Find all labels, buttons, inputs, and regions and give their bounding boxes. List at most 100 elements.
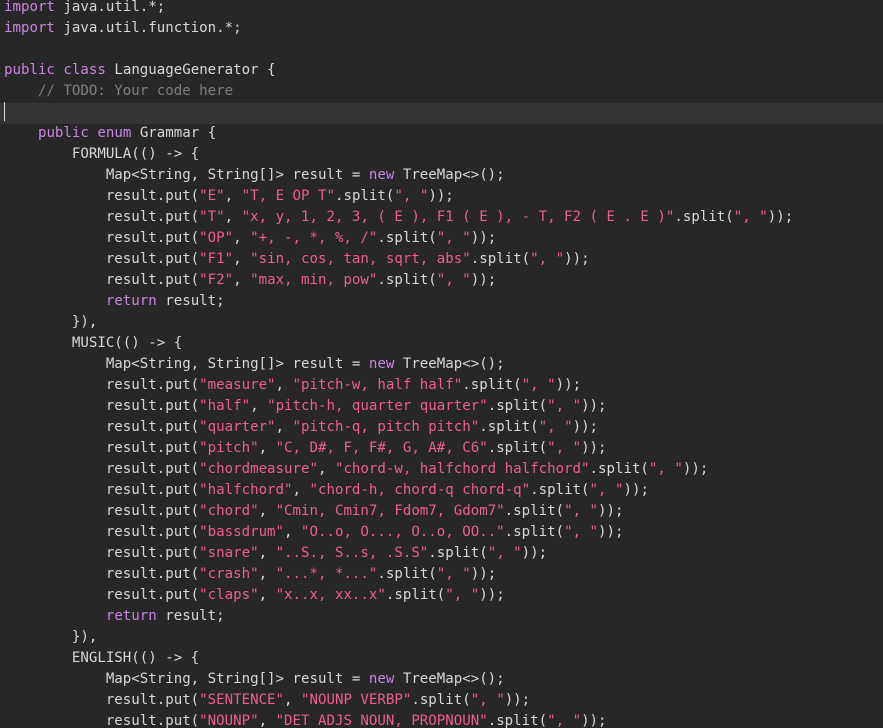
code-token: "sin, cos, tan, sqrt, abs" [250,251,471,267]
code-line[interactable]: }), [0,628,883,649]
code-line[interactable]: return result; [0,607,883,628]
code-line[interactable]: result.put("OP", "+, -, *, %, /".split("… [0,229,883,250]
code-token: "E" [199,188,225,204]
code-token: java.util.*; [54,0,166,15]
code-editor[interactable]: import java.util.*; import java.util.func… [0,0,883,728]
code-token: "half" [199,398,251,414]
code-token: .split( [385,587,446,603]
code-token: .split( [411,692,471,708]
code-token: "pitch-w, half half" [292,377,463,393]
code-token: ", " [733,209,768,225]
code-token: // TODO: Your code here [4,83,234,99]
code-token: MUSIC(() -> { [4,335,183,351]
code-line[interactable]: result.put("F1", "sin, cos, tan, sqrt, a… [0,250,883,271]
code-line[interactable]: return result; [0,292,883,313]
code-token: result.put( [4,251,200,267]
code-line[interactable]: import java.util.*; [0,0,883,19]
code-token: result.put( [4,230,200,246]
code-token: "max, min, pow" [250,272,378,288]
code-token: public [4,62,55,78]
code-line[interactable]: result.put("SENTENCE", "NOUNP VERBP".spl… [0,691,883,712]
code-line[interactable]: public class LanguageGenerator { [0,61,883,82]
code-line[interactable]: result.put("snare", "..S., S..s, .S.S".s… [0,544,883,565]
code-line[interactable]: result.put("pitch", "C, D#, F, F#, G, A#… [0,439,883,460]
code-token: .split( [504,503,565,519]
code-line[interactable]: result.put("crash", "...*, *...".split("… [0,565,883,586]
code-line[interactable]: Map<String, String[]> result = new TreeM… [0,166,883,187]
code-token: "+, -, *, %, /" [250,230,378,246]
code-line[interactable]: Map<String, String[]> result = new TreeM… [0,670,883,691]
code-token: TreeMap<>(); [394,356,505,372]
code-line[interactable]: result.put("half", "pitch-h, quarter qua… [0,397,883,418]
code-token: , [258,503,276,519]
code-line[interactable]: result.put("bassdrum", "O..o, O..., O..o… [0,523,883,544]
code-token: .split( [674,209,734,225]
code-token: .split( [470,251,531,267]
code-token: "NOUNP" [199,713,259,728]
code-token: result; [156,608,225,624]
code-line[interactable]: ENGLISH(() -> { [0,649,883,670]
code-token: , [258,587,276,603]
code-token: TreeMap<>(); [394,167,505,183]
code-line[interactable] [0,103,883,124]
code-line[interactable]: result.put("quarter", "pitch-q, pitch pi… [0,418,883,439]
code-token: result.put( [4,713,200,728]
code-line[interactable]: result.put("NOUNP", "DET ADJS NOUN, PROP… [0,712,883,728]
code-line[interactable]: }), [0,313,883,334]
code-token: , [224,209,242,225]
code-token: result.put( [4,419,200,435]
code-token: )); [504,692,531,708]
code-token: )); [598,524,624,540]
code-token: "F2" [199,272,234,288]
code-token: )); [581,440,607,456]
code-token: .split( [589,461,649,477]
code-token: "F1" [199,251,234,267]
code-token: )); [572,419,599,435]
code-token: ", " [436,272,471,288]
code-token: ", " [470,692,505,708]
code-token: class [63,62,106,78]
code-token: ", " [547,713,582,728]
code-token: "T" [199,209,225,225]
code-token: new [368,167,395,183]
code-token: result.put( [4,398,200,414]
code-token: , [292,482,310,498]
code-line[interactable] [0,40,883,61]
code-line[interactable]: Map<String, String[]> result = new TreeM… [0,355,883,376]
code-token: result.put( [4,482,200,498]
code-token: Map<String, String[]> result = [4,671,369,687]
code-token: .split( [428,545,488,561]
code-token: ", " [436,230,471,246]
code-token: )); [682,461,709,477]
code-token: , [317,461,335,477]
code-token: "chord-w, halfchord halfchord" [334,461,590,477]
code-line[interactable]: result.put("chordmeasure", "chord-w, hal… [0,460,883,481]
code-token: ", " [530,251,565,267]
code-token: ", " [589,482,624,498]
code-token: FORMULA(() -> { [4,146,200,162]
code-token: , [284,524,302,540]
code-line[interactable]: public enum Grammar { [0,124,883,145]
code-token: .split( [462,377,522,393]
code-token: "claps" [199,587,259,603]
code-line[interactable]: result.put("F2", "max, min, pow".split("… [0,271,883,292]
code-line[interactable]: result.put("chord", "Cmin, Cmin7, Fdom7,… [0,502,883,523]
code-line[interactable]: result.put("halfchord", "chord-h, chord-… [0,481,883,502]
code-line[interactable]: // TODO: Your code here [0,82,883,103]
code-line[interactable]: result.put("measure", "pitch-w, half hal… [0,376,883,397]
code-token: ", " [487,545,522,561]
code-line[interactable]: result.put("claps", "x..x, xx..x".split(… [0,586,883,607]
code-token: ", " [394,188,429,204]
code-line[interactable]: import java.util.function.*; [0,19,883,40]
code-token: TreeMap<>(); [394,671,505,687]
code-token: Map<String, String[]> result = [4,356,369,372]
text-cursor [4,102,5,121]
code-line[interactable]: FORMULA(() -> { [0,145,883,166]
code-line[interactable]: result.put("E", "T, E OP T".split(", "))… [0,187,883,208]
code-token: LanguageGenerator { [105,62,276,78]
code-line[interactable]: MUSIC(() -> { [0,334,883,355]
code-line[interactable]: result.put("T", "x, y, 1, 2, 3, ( E ), F… [0,208,883,229]
code-token: result.put( [4,377,200,393]
code-token: "x..x, xx..x" [275,587,386,603]
